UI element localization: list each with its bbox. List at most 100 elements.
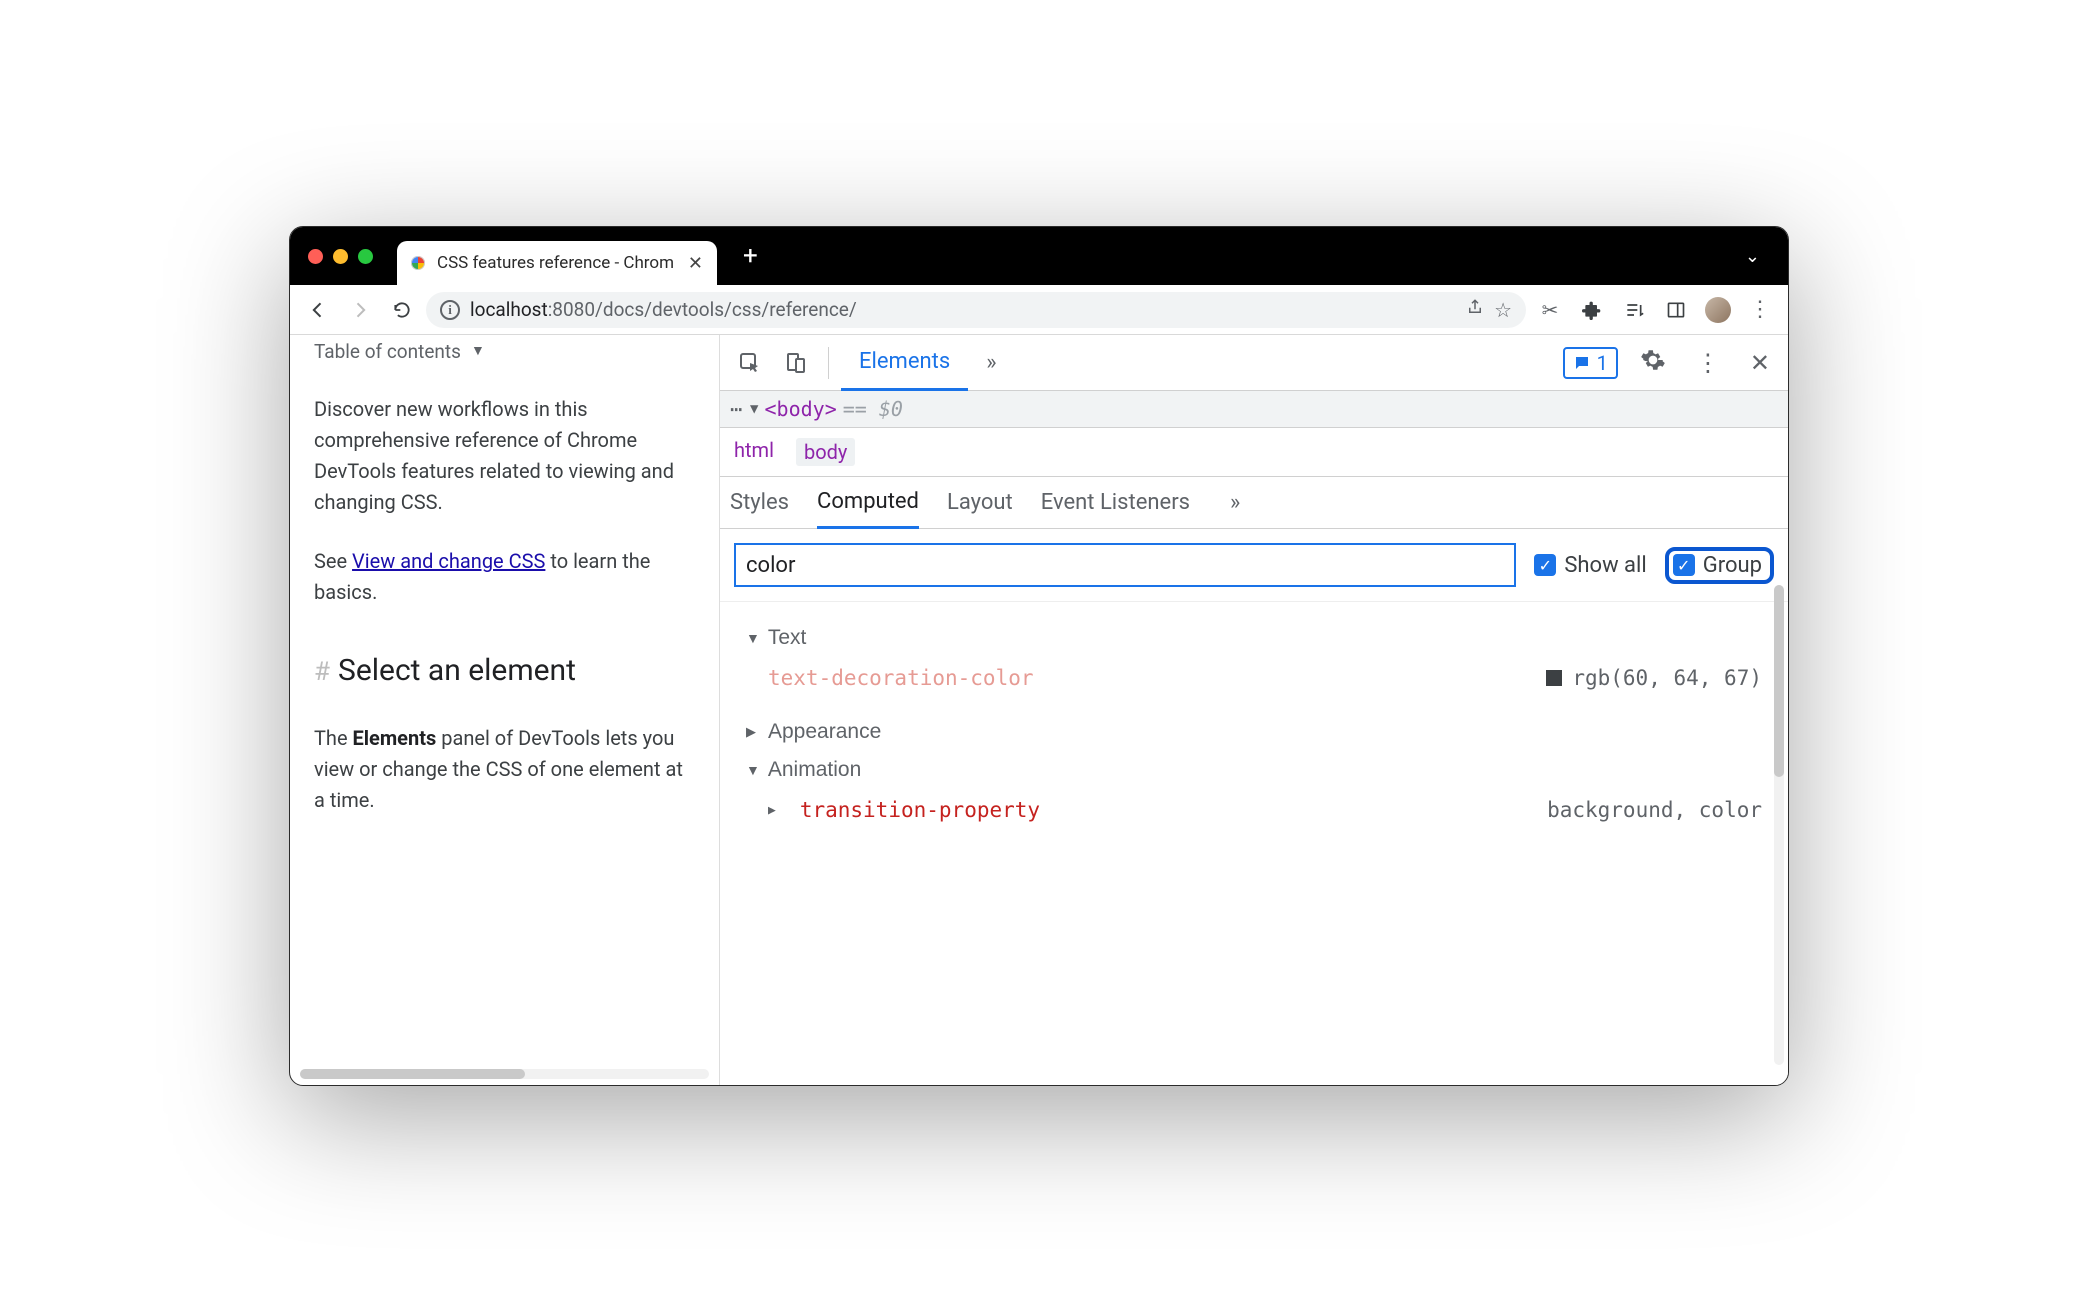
group-header[interactable]: ▼ Animation (746, 758, 1762, 782)
checkbox-checked-icon: ✓ (1673, 554, 1695, 576)
triangle-down-icon: ▼ (746, 630, 760, 646)
show-all-label: Show all (1564, 553, 1646, 578)
issues-count: 1 (1597, 351, 1608, 375)
window-controls (308, 249, 373, 264)
horizontal-scrollbar[interactable] (300, 1069, 709, 1079)
side-panel-icon[interactable] (1658, 292, 1694, 328)
new-tab-button[interactable]: + (727, 241, 774, 271)
address-bar[interactable]: i localhost:8080/docs/devtools/css/refer… (426, 292, 1526, 328)
share-icon[interactable] (1466, 298, 1484, 321)
group-animation: ▼ Animation ▶ transition-property backgr… (746, 758, 1762, 838)
group-header[interactable]: ▶ Appearance (746, 720, 1762, 744)
reload-button[interactable] (384, 292, 420, 328)
group-label: Group (1703, 553, 1762, 578)
expand-triangle-icon[interactable]: ▼ (750, 401, 758, 417)
devtools-menu-icon[interactable]: ⋮ (1688, 349, 1728, 377)
group-name: Animation (768, 758, 861, 782)
close-window-button[interactable] (308, 249, 323, 264)
table-of-contents-toggle[interactable]: Table of contents ▼ (314, 337, 695, 366)
browser-tab[interactable]: CSS features reference - Chrom ✕ (397, 241, 717, 285)
dom-tree-row[interactable]: ⋯ ▼ <body> == $0 (720, 391, 1788, 428)
scrollbar-thumb[interactable] (300, 1069, 525, 1079)
dom-tag: <body> (764, 397, 836, 421)
subtab-event-listeners[interactable]: Event Listeners (1041, 477, 1190, 529)
heading-text: Select an element (338, 648, 576, 695)
section-heading: # Select an element (314, 648, 695, 695)
issues-badge[interactable]: 1 (1563, 347, 1618, 379)
devtools-toolbar: Elements » 1 ⋮ ✕ (720, 335, 1788, 391)
url-host: localhost:8080/docs/devtools/css/referen… (470, 298, 857, 321)
toc-label: Table of contents (314, 337, 461, 366)
filter-value: color (746, 553, 795, 578)
back-button[interactable] (300, 292, 336, 328)
devtools-panel: Elements » 1 ⋮ ✕ ⋯ (720, 335, 1788, 1085)
dom-selected-ref: == $0 (843, 397, 903, 421)
crumb-html[interactable]: html (734, 438, 774, 466)
subtab-layout[interactable]: Layout (947, 477, 1013, 529)
see-paragraph: See View and change CSS to learn the bas… (314, 546, 695, 608)
subtab-computed[interactable]: Computed (817, 477, 919, 529)
more-subtabs-icon[interactable]: » (1218, 490, 1252, 515)
checkbox-checked-icon: ✓ (1534, 554, 1556, 576)
triangle-right-icon[interactable]: ▶ (768, 803, 776, 818)
chevron-down-icon: ▼ (471, 341, 485, 363)
view-change-css-link[interactable]: View and change CSS (352, 549, 545, 573)
profile-avatar[interactable] (1700, 292, 1736, 328)
intro-paragraph: Discover new workflows in this comprehen… (314, 394, 695, 518)
breadcrumb: html body (720, 428, 1788, 477)
content-area: Table of contents ▼ Discover new workflo… (290, 335, 1788, 1085)
subtab-styles[interactable]: Styles (730, 477, 789, 529)
chrome-favicon-icon (409, 254, 427, 272)
group-name: Appearance (768, 720, 881, 744)
property-value: rgb(60, 64, 67) (1546, 666, 1762, 690)
browser-menu-button[interactable]: ⋮ (1742, 292, 1778, 328)
scissors-icon[interactable]: ✂ (1532, 292, 1568, 328)
maximize-window-button[interactable] (358, 249, 373, 264)
browser-window: CSS features reference - Chrom ✕ + ⌄ i l… (289, 226, 1789, 1086)
inspect-element-icon[interactable] (730, 343, 770, 383)
close-tab-button[interactable]: ✕ (688, 253, 703, 274)
filter-row: color ✓ Show all ✓ Group (720, 529, 1788, 602)
show-all-checkbox[interactable]: ✓ Show all (1534, 553, 1646, 578)
property-name: transition-property (800, 798, 1040, 822)
bookmark-icon[interactable]: ☆ (1494, 298, 1512, 322)
minimize-window-button[interactable] (333, 249, 348, 264)
dom-ellipsis: ⋯ (730, 397, 744, 421)
tab-dropdown-button[interactable]: ⌄ (1727, 246, 1778, 267)
reading-list-icon[interactable] (1616, 292, 1652, 328)
group-appearance: ▶ Appearance (746, 720, 1762, 744)
group-text: ▼ Text text-decoration-color rgb(60, 64,… (746, 626, 1762, 706)
triangle-down-icon: ▼ (746, 762, 760, 778)
property-name: text-decoration-color (768, 666, 1034, 690)
titlebar: CSS features reference - Chrom ✕ + ⌄ (290, 227, 1788, 285)
group-header[interactable]: ▼ Text (746, 626, 1762, 650)
styles-subtabs: Styles Computed Layout Event Listeners » (720, 477, 1788, 529)
computed-groups: ▼ Text text-decoration-color rgb(60, 64,… (720, 602, 1788, 858)
group-checkbox-highlight: ✓ Group (1665, 547, 1774, 584)
filter-input[interactable]: color (734, 543, 1516, 587)
device-toggle-icon[interactable] (776, 343, 816, 383)
close-devtools-button[interactable]: ✕ (1742, 349, 1778, 377)
site-info-icon[interactable]: i (440, 300, 460, 320)
page-content: Table of contents ▼ Discover new workflo… (290, 335, 720, 1085)
scrollbar-thumb[interactable] (1774, 585, 1784, 777)
crumb-body[interactable]: body (796, 438, 855, 466)
group-checkbox[interactable]: ✓ Group (1673, 553, 1762, 578)
triangle-right-icon: ▶ (746, 724, 756, 740)
extensions-icon[interactable] (1574, 292, 1610, 328)
anchor-hash-icon[interactable]: # (314, 652, 330, 692)
tab-elements[interactable]: Elements (841, 335, 968, 391)
elements-paragraph: The Elements panel of DevTools lets you … (314, 723, 695, 816)
forward-button[interactable] (342, 292, 378, 328)
property-row[interactable]: text-decoration-color rgb(60, 64, 67) (746, 650, 1762, 706)
tab-title: CSS features reference - Chrom (437, 253, 674, 273)
settings-gear-icon[interactable] (1632, 347, 1674, 379)
color-swatch-icon[interactable] (1546, 670, 1562, 686)
group-name: Text (768, 626, 807, 650)
property-value: background, color (1547, 798, 1762, 822)
browser-toolbar: i localhost:8080/docs/devtools/css/refer… (290, 285, 1788, 335)
vertical-scrollbar[interactable] (1774, 585, 1784, 1065)
divider (828, 347, 829, 379)
more-tabs-icon[interactable]: » (974, 350, 1008, 375)
property-row[interactable]: ▶ transition-property background, color (746, 782, 1762, 838)
